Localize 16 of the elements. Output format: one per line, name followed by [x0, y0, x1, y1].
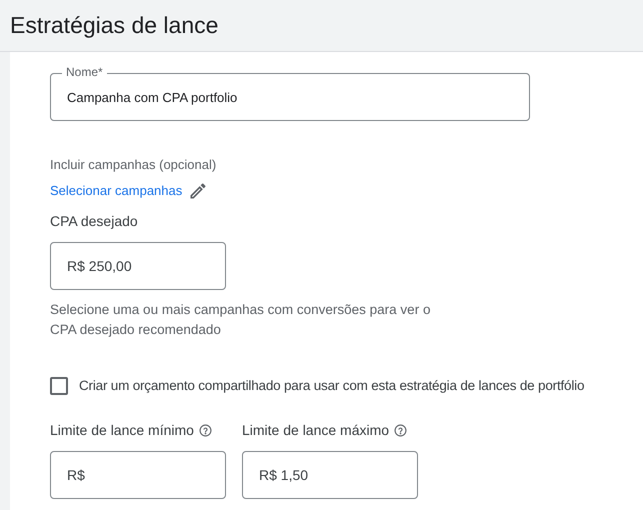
target-cpa-label: CPA desejado [50, 212, 139, 231]
help-icon[interactable] [198, 424, 212, 437]
page-title: Estratégias de lance [10, 11, 218, 40]
select-campaigns-link[interactable]: Selecionar campanhas [50, 180, 182, 200]
include-campaigns-label: Incluir campanhas (opcional) [50, 156, 218, 174]
bid-limit-label: Limite de lance máximo [242, 420, 390, 440]
checkbox-label: Criar um orçamento compartilhado para usar com esta estratégia de lances de portfólio [79, 376, 584, 395]
target-cpa-hint: Selecione uma ou mais campanhas com conversões para ver o CPA desejado recomendado [50, 300, 432, 339]
pencil-icon[interactable] [188, 180, 208, 200]
bid-limit-label: Limite de lance mínimo [50, 420, 194, 440]
checkbox[interactable] [50, 376, 68, 395]
field-label: Nome* [62, 65, 107, 79]
bid-limit-field[interactable]: R$ 1,50 [242, 450, 418, 499]
target-cpa-field[interactable]: R$ 250,00 [50, 242, 226, 290]
help-icon[interactable] [394, 424, 408, 437]
bid-limit-field[interactable]: R$ [50, 450, 226, 499]
